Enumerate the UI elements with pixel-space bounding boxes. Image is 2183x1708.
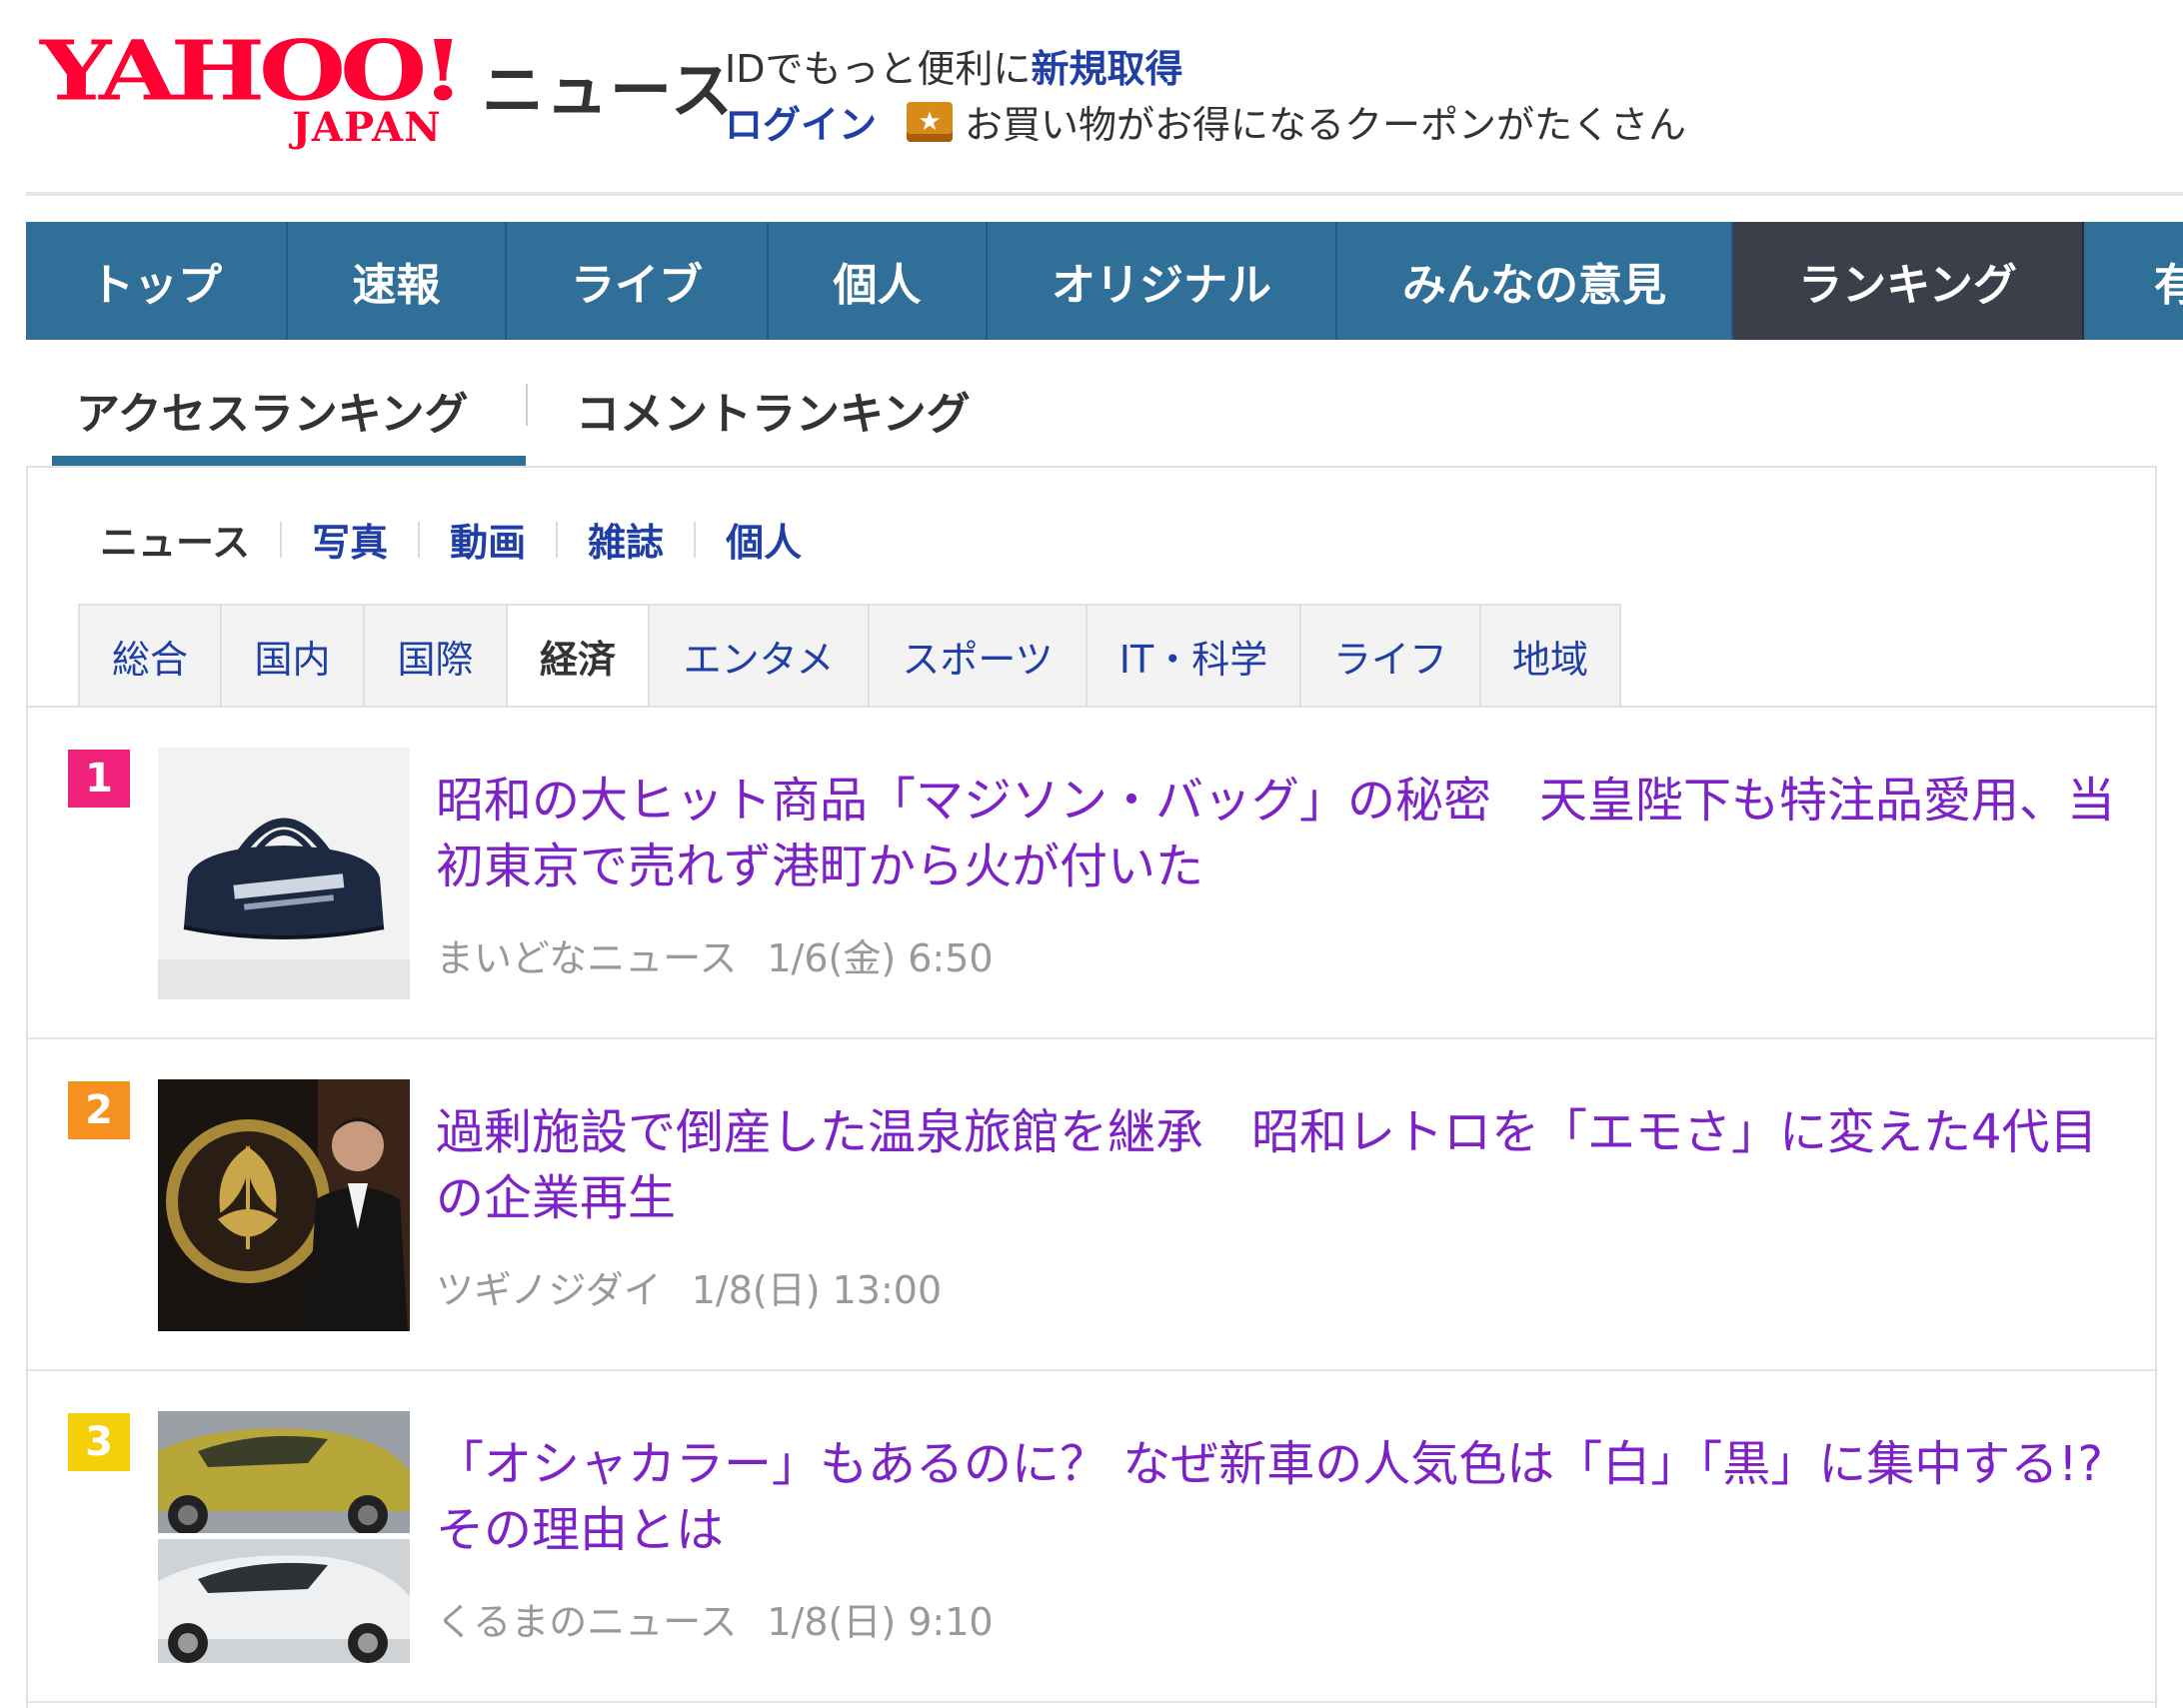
category-tab-local[interactable]: 地域 (1479, 604, 1621, 708)
nav-original[interactable]: オリジナル (988, 222, 1337, 340)
article-title-link[interactable]: 過剰施設で倒産した温泉旅館を継承 昭和レトロを「エモさ」に変えた4代目の企業再生 (436, 1099, 2125, 1231)
ranking-type-tabs: アクセスランキング コメントランキング (26, 356, 2155, 466)
article-thumbnail[interactable] (158, 1411, 410, 1663)
article-meta: ツギノジダイ 1/8(日) 13:00 (436, 1259, 942, 1314)
media-filter: ニュース 写真 動画 雑誌 個人 (100, 512, 802, 567)
filter-separator (556, 521, 559, 558)
login-coupon-row: ログイン ★ お買い物がお得になるクーポンがたくさん (725, 94, 1686, 149)
service-name[interactable]: ニュース (482, 40, 735, 130)
article-meta: まいどなニュース 1/6(金) 6:50 (436, 927, 994, 982)
signup-promo-text: IDでもっと便利に (725, 47, 1032, 91)
category-tabs: 総合 国内 国際 経済 エンタメ スポーツ IT・科学 ライフ 地域 (78, 604, 1621, 708)
yahoo-logo[interactable]: YAHOO! (40, 30, 465, 112)
filter-news[interactable]: ニュース (100, 512, 250, 567)
global-nav: トップ 速報 ライブ 個人 オリジナル みんなの意見 ランキング 有 (26, 222, 2183, 340)
category-tab-entertainment[interactable]: エンタメ (648, 604, 868, 708)
active-tab-indicator (52, 456, 526, 466)
filter-video[interactable]: 動画 (450, 512, 526, 567)
article-source: ツギノジダイ (436, 1268, 662, 1312)
filter-individual[interactable]: 個人 (726, 512, 802, 567)
signup-promo: IDでもっと便利に新規取得 (725, 38, 1182, 93)
nav-top[interactable]: トップ (26, 222, 288, 340)
article-meta: くるまのニュース 1/8(日) 9:10 (436, 1591, 994, 1646)
article-source: まいどなニュース (436, 936, 738, 980)
article-date: 1/8(日) 13:00 (691, 1268, 943, 1312)
cars-photo-icon (158, 1411, 410, 1663)
category-tab-world[interactable]: 国際 (363, 604, 506, 708)
filter-photo[interactable]: 写真 (312, 512, 388, 567)
nav-ranking[interactable]: ランキング (1733, 222, 2084, 340)
article-thumbnail[interactable] (158, 1079, 410, 1331)
list-item[interactable]: 2 過剰施設で倒産した温泉旅館を継承 昭和レトロを「エモさ」に変えた4代目の企業… (28, 1039, 2155, 1371)
man-with-crest-photo-icon (158, 1079, 410, 1331)
article-title-link[interactable]: 「オシャカラー」もあるのに？ なぜ新車の人気色は「白」「黒」に集中する!? その… (436, 1431, 2125, 1563)
rank-badge: 1 (68, 750, 130, 808)
nav-more[interactable]: 有 (2084, 222, 2183, 340)
category-tab-economy[interactable]: 経済 (506, 604, 648, 708)
article-source: くるまのニュース (436, 1600, 738, 1644)
site-header: YAHOO! JAPAN ニュース IDでもっと便利に新規取得 ログイン ★ お… (0, 0, 2183, 195)
category-tab-it-science[interactable]: IT・科学 (1086, 604, 1299, 708)
nav-flash[interactable]: 速報 (288, 222, 507, 340)
login-link[interactable]: ログイン (725, 94, 877, 149)
article-title-link[interactable]: 昭和の大ヒット商品「マジソン・バッグ」の秘密 天皇陛下も特注品愛用、当初東京で売… (436, 768, 2125, 899)
article-thumbnail[interactable] (158, 748, 410, 999)
ranking-list: 1 昭和の大ヒット商品「マジソン・バッグ」の秘密 天皇陛下も特注品愛用、当初東京… (28, 708, 2155, 1703)
tab-comment-ranking[interactable]: コメントランキング (576, 378, 971, 442)
article-date: 1/6(金) 6:50 (767, 936, 994, 980)
filter-separator (418, 521, 421, 558)
coupon-link[interactable]: お買い物がお得になるクーポンがたくさん (965, 94, 1686, 149)
tab-access-ranking[interactable]: アクセスランキング (76, 378, 468, 442)
signup-link[interactable]: 新規取得 (1031, 47, 1182, 91)
rank-badge: 2 (68, 1081, 130, 1139)
list-item[interactable]: 3 「オシャカラー」もあるのに？ なぜ新車の人気色は「白」「黒」に集中する!? … (28, 1371, 2155, 1703)
coupon-icon: ★ (907, 101, 954, 142)
category-tab-domestic[interactable]: 国内 (220, 604, 363, 708)
tab-separator (526, 384, 528, 426)
nav-live[interactable]: ライブ (507, 222, 769, 340)
article-date: 1/8(日) 9:10 (767, 1600, 994, 1644)
filter-separator (694, 521, 697, 558)
ranking-panel: ニュース 写真 動画 雑誌 個人 総合 国内 国際 経済 エンタメ スポーツ I… (26, 466, 2157, 1708)
filter-separator (280, 521, 283, 558)
rank-badge: 3 (68, 1413, 130, 1471)
list-item[interactable]: 1 昭和の大ヒット商品「マジソン・バッグ」の秘密 天皇陛下も特注品愛用、当初東京… (28, 708, 2155, 1039)
header-divider (26, 192, 2183, 196)
yahoo-logo-japan: JAPAN (292, 104, 442, 151)
category-tab-sports[interactable]: スポーツ (868, 604, 1086, 708)
filter-magazine[interactable]: 雑誌 (588, 512, 664, 567)
category-tab-general[interactable]: 総合 (78, 604, 220, 708)
category-tab-life[interactable]: ライフ (1299, 604, 1479, 708)
nav-individual[interactable]: 個人 (769, 222, 988, 340)
nav-opinion[interactable]: みんなの意見 (1337, 222, 1733, 340)
bag-photo-icon (158, 748, 410, 999)
